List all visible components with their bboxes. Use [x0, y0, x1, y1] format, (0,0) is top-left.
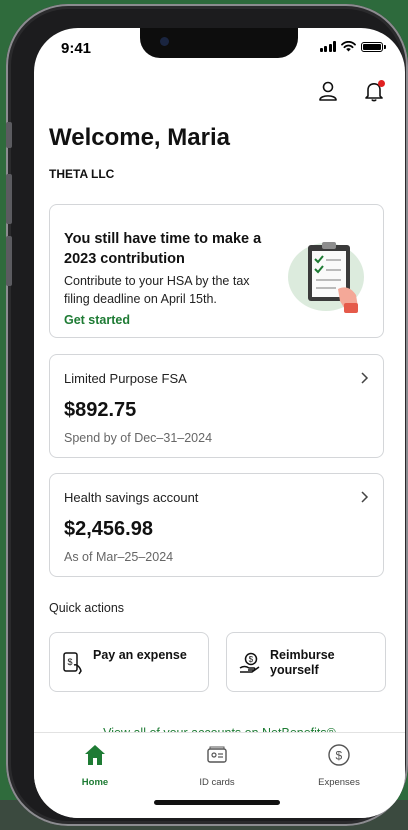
wifi-icon: [341, 41, 356, 52]
app-screen: 9:41 Welcome, Maria THETA LLC You still …: [34, 28, 405, 818]
hsa-account-card[interactable]: Health savings account $2,456.98 As of M…: [49, 473, 384, 577]
reimburse-icon: $: [239, 652, 260, 673]
svg-text:$: $: [68, 657, 73, 667]
account-balance: $2,456.98: [64, 518, 153, 540]
header-actions: [317, 80, 385, 102]
fsa-account-card[interactable]: Limited Purpose FSA $892.75 Spend by of …: [49, 354, 384, 458]
account-name: Health savings account: [64, 490, 199, 505]
employer-name: THETA LLC: [49, 167, 115, 181]
svg-text:$: $: [336, 749, 343, 763]
svg-text:$: $: [249, 655, 254, 664]
camera: [160, 37, 169, 46]
signal-icon: [319, 41, 336, 52]
user-icon: [319, 81, 337, 101]
promo-title: You still have time to make a 2023 contr…: [64, 231, 262, 267]
tab-expenses-label: Expenses: [318, 777, 360, 788]
home-indicator: [154, 800, 280, 805]
account-name: Limited Purpose FSA: [64, 371, 187, 386]
status-icons: [319, 41, 386, 52]
tab-home-label: Home: [81, 777, 109, 788]
pay-expense-button[interactable]: $ Pay an expense: [49, 632, 209, 692]
volume-up-button: [6, 174, 12, 224]
reimburse-button[interactable]: $ Reimburse yourself: [226, 632, 386, 692]
chevron-right-icon: [361, 491, 369, 503]
bottom-tab-bar: Home ID cards $ Expenses: [34, 732, 405, 818]
home-icon: [85, 745, 105, 765]
notification-badge: [378, 80, 385, 87]
account-subtext: As of Mar–25–2024: [64, 550, 174, 564]
welcome-heading: Welcome, Maria: [49, 124, 230, 151]
tab-id-cards-label: ID cards: [199, 777, 235, 788]
id-card-icon: [207, 746, 227, 763]
account-subtext: Spend by of Dec–31–2024: [64, 431, 213, 445]
tab-expenses[interactable]: $ Expenses: [299, 743, 379, 788]
phone-frame: 9:41 Welcome, Maria THETA LLC You still …: [6, 4, 408, 826]
reimburse-label: Reimburse yourself: [270, 648, 335, 677]
notifications-button[interactable]: [363, 80, 385, 102]
clipboard-illustration: [288, 242, 364, 313]
dollar-circle-icon: $: [328, 744, 350, 766]
volume-down-button: [6, 236, 12, 286]
account-balance: $892.75: [64, 399, 137, 421]
battery-icon: [361, 41, 386, 52]
promo-description: Contribute to your HSA by the tax filing…: [64, 274, 250, 306]
chevron-right-icon: [361, 372, 369, 384]
contribution-promo-card[interactable]: You still have time to make a 2023 contr…: [49, 204, 384, 338]
get-started-link[interactable]: Get started: [64, 313, 130, 327]
profile-button[interactable]: [317, 80, 339, 102]
quick-actions-title: Quick actions: [49, 601, 125, 615]
tab-id-cards[interactable]: ID cards: [177, 743, 257, 788]
notch: [140, 28, 298, 58]
tab-home[interactable]: Home: [55, 743, 135, 788]
mute-switch: [6, 122, 12, 148]
status-time: 9:41: [61, 40, 92, 57]
pay-expense-icon: $: [63, 652, 82, 675]
pay-expense-label: Pay an expense: [93, 648, 187, 662]
